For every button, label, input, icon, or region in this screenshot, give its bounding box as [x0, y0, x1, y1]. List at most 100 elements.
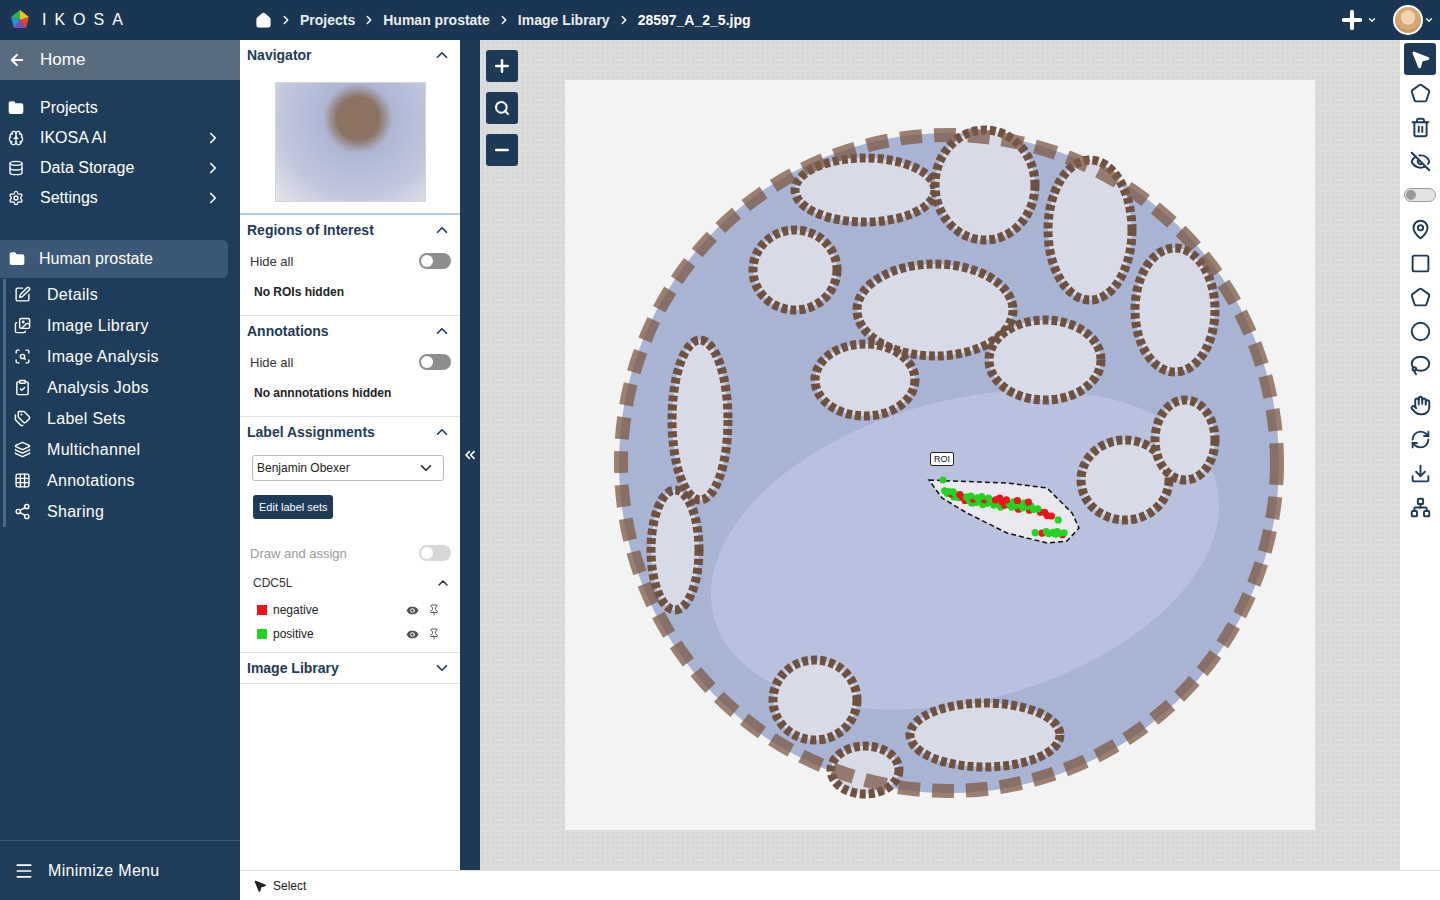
chevron-up-icon[interactable]: [435, 575, 451, 591]
home-link[interactable]: Home: [0, 40, 240, 80]
hide-all-toggle[interactable]: [419, 354, 451, 370]
menu-item-icon: [14, 286, 31, 303]
tool-button[interactable]: [1404, 247, 1436, 279]
sidebar-item[interactable]: Projects: [0, 93, 240, 123]
chevron-right-icon: [204, 129, 222, 147]
chevrons-left-icon: [462, 447, 478, 463]
project-menu-item[interactable]: Details: [6, 279, 240, 310]
folder-icon: [9, 251, 25, 267]
user-select[interactable]: Benjamin Obexer: [252, 455, 444, 481]
breadcrumb[interactable]: Image Library: [518, 12, 610, 28]
project-menu-item[interactable]: Label Sets: [6, 403, 240, 434]
project-item[interactable]: Human prostate: [0, 240, 228, 278]
label-actions: [405, 603, 440, 618]
chevron-up-icon[interactable]: [433, 221, 451, 239]
chevron-right-icon: [279, 13, 293, 27]
sidebar-item[interactable]: Data Storage: [0, 153, 240, 183]
project-menu-item[interactable]: Multichannel: [6, 434, 240, 465]
pin-icon: [1410, 219, 1431, 240]
project-menu-item[interactable]: Analysis Jobs: [6, 372, 240, 403]
section-title: Navigator: [247, 47, 312, 63]
label-name: negative: [273, 603, 399, 617]
sidebar: Home ProjectsIKOSA AIData StorageSettings…: [0, 40, 240, 900]
roi-label[interactable]: ROI: [930, 452, 954, 466]
chevron-up-icon[interactable]: [433, 322, 451, 340]
eye-icon[interactable]: [405, 627, 420, 642]
body: Home ProjectsIKOSA AIData StorageSettings…: [0, 40, 1440, 900]
tool-button[interactable]: [1404, 315, 1436, 347]
label-set-header[interactable]: CDC5L: [240, 568, 460, 598]
tool-button[interactable]: [1404, 349, 1436, 381]
collapse-panel-button[interactable]: [460, 40, 480, 870]
breadcrumb[interactable]: Projects: [300, 12, 355, 28]
project-menu-label: Annotations: [47, 472, 135, 490]
menu-item-icon: [8, 130, 24, 146]
chevron-up-icon[interactable]: [433, 46, 451, 64]
chevron-up-icon[interactable]: [433, 423, 451, 441]
main-area: NavigatorRegions of InterestHide allNo R…: [240, 40, 1440, 900]
navigator-header[interactable]: Navigator: [240, 40, 460, 70]
menu-item-icon: [14, 441, 31, 458]
navigator-thumbnail[interactable]: [275, 82, 426, 202]
tool-switch[interactable]: [1404, 188, 1436, 202]
breadcrumb[interactable]: 28597_A_2_5.jpg: [638, 12, 751, 28]
chevron-down-icon[interactable]: [433, 659, 451, 677]
project-menu-item[interactable]: Image Analysis: [6, 341, 240, 372]
section-title: Annotations: [247, 323, 329, 339]
minimize-menu[interactable]: Minimize Menu: [0, 840, 240, 900]
tool-button[interactable]: [1404, 281, 1436, 313]
breadcrumb[interactable]: Human prostate: [383, 12, 490, 28]
chevron-right-icon: [204, 159, 222, 177]
sidebar-item[interactable]: IKOSA AI: [0, 123, 240, 153]
tool-button[interactable]: [1404, 77, 1436, 109]
menu-item-icon: [8, 100, 24, 116]
annotations-section: AnnotationsHide allNo annnotations hidde…: [240, 316, 460, 417]
tool-button[interactable]: [1404, 423, 1436, 455]
zoom-out-button[interactable]: [486, 134, 518, 166]
project-menu-label: Multichannel: [47, 441, 140, 459]
toggle-knob: [421, 255, 433, 267]
project-menu-item[interactable]: Annotations: [6, 465, 240, 496]
pin-icon[interactable]: [428, 604, 440, 616]
circle-icon: [1410, 321, 1431, 342]
hide-all-toggle[interactable]: [419, 253, 451, 269]
tool-button[interactable]: [1404, 389, 1436, 421]
zoom-controls: [486, 50, 518, 166]
label-set-name: CDC5L: [253, 576, 292, 590]
project-menu-label: Sharing: [47, 503, 104, 521]
project-menu-item[interactable]: Sharing: [6, 496, 240, 527]
tool-button[interactable]: [1404, 145, 1436, 177]
tool-button[interactable]: [1404, 111, 1436, 143]
image-viewer[interactable]: ROI: [480, 40, 1400, 870]
menu-item-icon: [8, 190, 24, 206]
section-header[interactable]: Regions of Interest: [240, 215, 460, 245]
plus-icon: [1338, 6, 1366, 34]
pin-icon[interactable]: [428, 628, 440, 640]
edit-label-sets-button[interactable]: Edit label sets: [253, 495, 333, 519]
zoom-in-button[interactable]: [486, 50, 518, 82]
home-icon[interactable]: [255, 12, 272, 29]
label-row[interactable]: positive: [240, 622, 460, 646]
zoom-fit-button[interactable]: [486, 92, 518, 124]
draw-and-assign-row: Draw and assign: [240, 541, 460, 565]
label-assignments-section: Label Assignments Benjamin Obexer Edit lab…: [240, 417, 460, 653]
section-header[interactable]: Annotations: [240, 316, 460, 346]
label-row[interactable]: negative: [240, 598, 460, 622]
slide-image[interactable]: ROI: [565, 80, 1315, 830]
tool-button[interactable]: [1404, 43, 1436, 75]
eye-icon[interactable]: [405, 603, 420, 618]
section-header[interactable]: Label Assignments: [240, 417, 460, 447]
user-menu[interactable]: [1393, 5, 1434, 35]
logo[interactable]: IKOSA: [0, 8, 240, 32]
tool-button[interactable]: [1404, 491, 1436, 523]
toggle-knob: [421, 356, 433, 368]
toggle-label: Hide all: [250, 254, 293, 269]
sidebar-item[interactable]: Settings: [0, 183, 240, 213]
add-button[interactable]: [1338, 6, 1377, 34]
section-header[interactable]: Image Library: [240, 653, 460, 683]
avatar[interactable]: [1393, 5, 1423, 35]
project-menu-item[interactable]: Image Library: [6, 310, 240, 341]
tool-button[interactable]: [1404, 213, 1436, 245]
submenu-chevron: [204, 159, 222, 177]
tool-button[interactable]: [1404, 457, 1436, 489]
